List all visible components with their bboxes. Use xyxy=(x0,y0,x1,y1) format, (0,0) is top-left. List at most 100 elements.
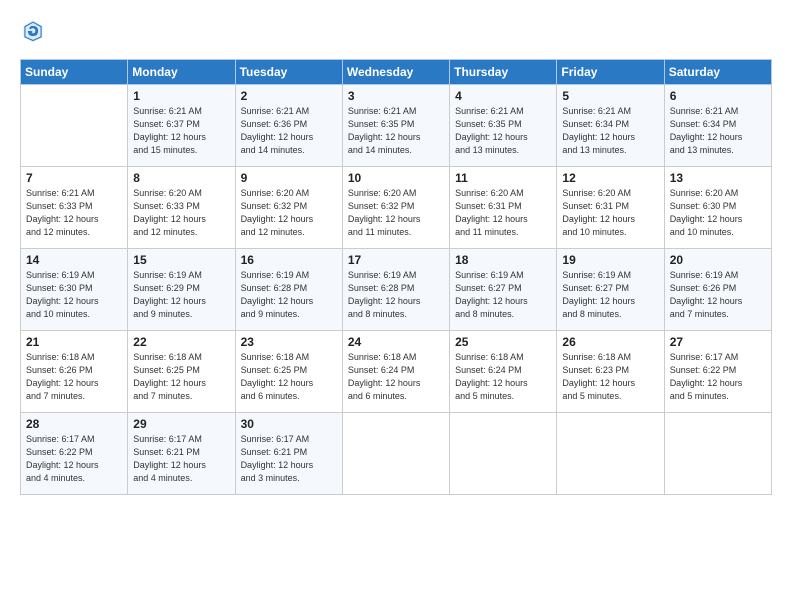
calendar-cell: 20 Sunrise: 6:19 AM Sunset: 6:26 PM Dayli… xyxy=(664,249,771,331)
calendar-cell: 29 Sunrise: 6:17 AM Sunset: 6:21 PM Dayli… xyxy=(128,413,235,495)
day-number: 4 xyxy=(455,89,551,103)
week-row-1: 1 Sunrise: 6:21 AM Sunset: 6:37 PM Daylig… xyxy=(21,85,772,167)
calendar-cell: 14 Sunrise: 6:19 AM Sunset: 6:30 PM Dayli… xyxy=(21,249,128,331)
day-header-wednesday: Wednesday xyxy=(342,60,449,85)
day-number: 29 xyxy=(133,417,229,431)
day-number: 25 xyxy=(455,335,551,349)
day-number: 5 xyxy=(562,89,658,103)
day-number: 16 xyxy=(241,253,337,267)
day-detail: Sunrise: 6:19 AM Sunset: 6:30 PM Dayligh… xyxy=(26,269,122,321)
day-number: 11 xyxy=(455,171,551,185)
calendar-cell: 25Sunrise: 6:18 AM Sunset: 6:24 PM Dayli… xyxy=(450,331,557,413)
day-detail: Sunrise: 6:20 AM Sunset: 6:32 PM Dayligh… xyxy=(348,187,444,239)
day-detail: Sunrise: 6:18 AM Sunset: 6:24 PM Dayligh… xyxy=(348,351,444,403)
day-detail: Sunrise: 6:20 AM Sunset: 6:31 PM Dayligh… xyxy=(562,187,658,239)
day-number: 15 xyxy=(133,253,229,267)
day-detail: Sunrise: 6:21 AM Sunset: 6:34 PM Dayligh… xyxy=(562,105,658,157)
calendar-cell: 8Sunrise: 6:20 AM Sunset: 6:33 PM Daylig… xyxy=(128,167,235,249)
calendar-cell: 7 Sunrise: 6:21 AM Sunset: 6:33 PM Daylig… xyxy=(21,167,128,249)
calendar-cell: 28 Sunrise: 6:17 AM Sunset: 6:22 PM Dayli… xyxy=(21,413,128,495)
day-number: 14 xyxy=(26,253,122,267)
week-row-5: 28 Sunrise: 6:17 AM Sunset: 6:22 PM Dayli… xyxy=(21,413,772,495)
day-detail: Sunrise: 6:19 AM Sunset: 6:26 PM Dayligh… xyxy=(670,269,766,321)
day-number: 10 xyxy=(348,171,444,185)
calendar-cell: 22 Sunrise: 6:18 AM Sunset: 6:25 PM Dayli… xyxy=(128,331,235,413)
calendar-cell: 24 Sunrise: 6:18 AM Sunset: 6:24 PM Dayli… xyxy=(342,331,449,413)
day-detail: Sunrise: 6:21 AM Sunset: 6:33 PM Dayligh… xyxy=(26,187,122,239)
day-number: 7 xyxy=(26,171,122,185)
day-detail: Sunrise: 6:18 AM Sunset: 6:25 PM Dayligh… xyxy=(241,351,337,403)
day-detail: Sunrise: 6:19 AM Sunset: 6:28 PM Dayligh… xyxy=(241,269,337,321)
calendar-cell: 1 Sunrise: 6:21 AM Sunset: 6:37 PM Daylig… xyxy=(128,85,235,167)
calendar-cell: 4 Sunrise: 6:21 AM Sunset: 6:35 PM Daylig… xyxy=(450,85,557,167)
calendar-cell xyxy=(342,413,449,495)
page: SundayMondayTuesdayWednesdayThursdayFrid… xyxy=(0,0,792,612)
day-header-tuesday: Tuesday xyxy=(235,60,342,85)
week-row-4: 21 Sunrise: 6:18 AM Sunset: 6:26 PM Dayli… xyxy=(21,331,772,413)
day-header-friday: Friday xyxy=(557,60,664,85)
day-number: 24 xyxy=(348,335,444,349)
calendar-cell: 27 Sunrise: 6:17 AM Sunset: 6:22 PM Dayli… xyxy=(664,331,771,413)
day-number: 19 xyxy=(562,253,658,267)
logo xyxy=(20,18,48,49)
day-detail: Sunrise: 6:21 AM Sunset: 6:37 PM Dayligh… xyxy=(133,105,229,157)
day-number: 21 xyxy=(26,335,122,349)
day-number: 8 xyxy=(133,171,229,185)
day-number: 1 xyxy=(133,89,229,103)
day-header-monday: Monday xyxy=(128,60,235,85)
generalblue-icon xyxy=(22,18,44,44)
day-header-saturday: Saturday xyxy=(664,60,771,85)
calendar-cell: 23 Sunrise: 6:18 AM Sunset: 6:25 PM Dayli… xyxy=(235,331,342,413)
day-number: 17 xyxy=(348,253,444,267)
calendar-cell: 13Sunrise: 6:20 AM Sunset: 6:30 PM Dayli… xyxy=(664,167,771,249)
day-number: 30 xyxy=(241,417,337,431)
day-number: 2 xyxy=(241,89,337,103)
day-detail: Sunrise: 6:21 AM Sunset: 6:36 PM Dayligh… xyxy=(241,105,337,157)
calendar: SundayMondayTuesdayWednesdayThursdayFrid… xyxy=(20,59,772,495)
day-detail: Sunrise: 6:18 AM Sunset: 6:23 PM Dayligh… xyxy=(562,351,658,403)
day-number: 27 xyxy=(670,335,766,349)
day-detail: Sunrise: 6:17 AM Sunset: 6:22 PM Dayligh… xyxy=(26,433,122,485)
day-number: 20 xyxy=(670,253,766,267)
day-detail: Sunrise: 6:20 AM Sunset: 6:31 PM Dayligh… xyxy=(455,187,551,239)
day-detail: Sunrise: 6:21 AM Sunset: 6:34 PM Dayligh… xyxy=(670,105,766,157)
calendar-cell xyxy=(21,85,128,167)
day-header-sunday: Sunday xyxy=(21,60,128,85)
week-row-2: 7 Sunrise: 6:21 AM Sunset: 6:33 PM Daylig… xyxy=(21,167,772,249)
day-number: 18 xyxy=(455,253,551,267)
calendar-cell: 19Sunrise: 6:19 AM Sunset: 6:27 PM Dayli… xyxy=(557,249,664,331)
day-detail: Sunrise: 6:17 AM Sunset: 6:21 PM Dayligh… xyxy=(241,433,337,485)
day-detail: Sunrise: 6:20 AM Sunset: 6:30 PM Dayligh… xyxy=(670,187,766,239)
day-detail: Sunrise: 6:18 AM Sunset: 6:26 PM Dayligh… xyxy=(26,351,122,403)
day-detail: Sunrise: 6:19 AM Sunset: 6:27 PM Dayligh… xyxy=(455,269,551,321)
day-detail: Sunrise: 6:20 AM Sunset: 6:32 PM Dayligh… xyxy=(241,187,337,239)
day-number: 12 xyxy=(562,171,658,185)
calendar-cell: 2 Sunrise: 6:21 AM Sunset: 6:36 PM Daylig… xyxy=(235,85,342,167)
day-detail: Sunrise: 6:17 AM Sunset: 6:21 PM Dayligh… xyxy=(133,433,229,485)
day-detail: Sunrise: 6:19 AM Sunset: 6:29 PM Dayligh… xyxy=(133,269,229,321)
day-number: 23 xyxy=(241,335,337,349)
calendar-cell: 16 Sunrise: 6:19 AM Sunset: 6:28 PM Dayli… xyxy=(235,249,342,331)
calendar-cell: 30 Sunrise: 6:17 AM Sunset: 6:21 PM Dayli… xyxy=(235,413,342,495)
calendar-cell: 3 Sunrise: 6:21 AM Sunset: 6:35 PM Daylig… xyxy=(342,85,449,167)
calendar-cell: 12 Sunrise: 6:20 AM Sunset: 6:31 PM Dayli… xyxy=(557,167,664,249)
calendar-cell: 9 Sunrise: 6:20 AM Sunset: 6:32 PM Daylig… xyxy=(235,167,342,249)
day-number: 28 xyxy=(26,417,122,431)
calendar-cell xyxy=(664,413,771,495)
day-detail: Sunrise: 6:21 AM Sunset: 6:35 PM Dayligh… xyxy=(455,105,551,157)
day-detail: Sunrise: 6:17 AM Sunset: 6:22 PM Dayligh… xyxy=(670,351,766,403)
header xyxy=(20,18,772,49)
calendar-cell: 18 Sunrise: 6:19 AM Sunset: 6:27 PM Dayli… xyxy=(450,249,557,331)
calendar-cell: 21 Sunrise: 6:18 AM Sunset: 6:26 PM Dayli… xyxy=(21,331,128,413)
day-number: 6 xyxy=(670,89,766,103)
calendar-cell: 5 Sunrise: 6:21 AM Sunset: 6:34 PM Daylig… xyxy=(557,85,664,167)
day-detail: Sunrise: 6:18 AM Sunset: 6:25 PM Dayligh… xyxy=(133,351,229,403)
calendar-cell: 6 Sunrise: 6:21 AM Sunset: 6:34 PM Daylig… xyxy=(664,85,771,167)
day-detail: Sunrise: 6:21 AM Sunset: 6:35 PM Dayligh… xyxy=(348,105,444,157)
day-number: 22 xyxy=(133,335,229,349)
day-number: 3 xyxy=(348,89,444,103)
calendar-cell: 10 Sunrise: 6:20 AM Sunset: 6:32 PM Dayli… xyxy=(342,167,449,249)
day-detail: Sunrise: 6:19 AM Sunset: 6:28 PM Dayligh… xyxy=(348,269,444,321)
day-number: 9 xyxy=(241,171,337,185)
week-row-3: 14 Sunrise: 6:19 AM Sunset: 6:30 PM Dayli… xyxy=(21,249,772,331)
